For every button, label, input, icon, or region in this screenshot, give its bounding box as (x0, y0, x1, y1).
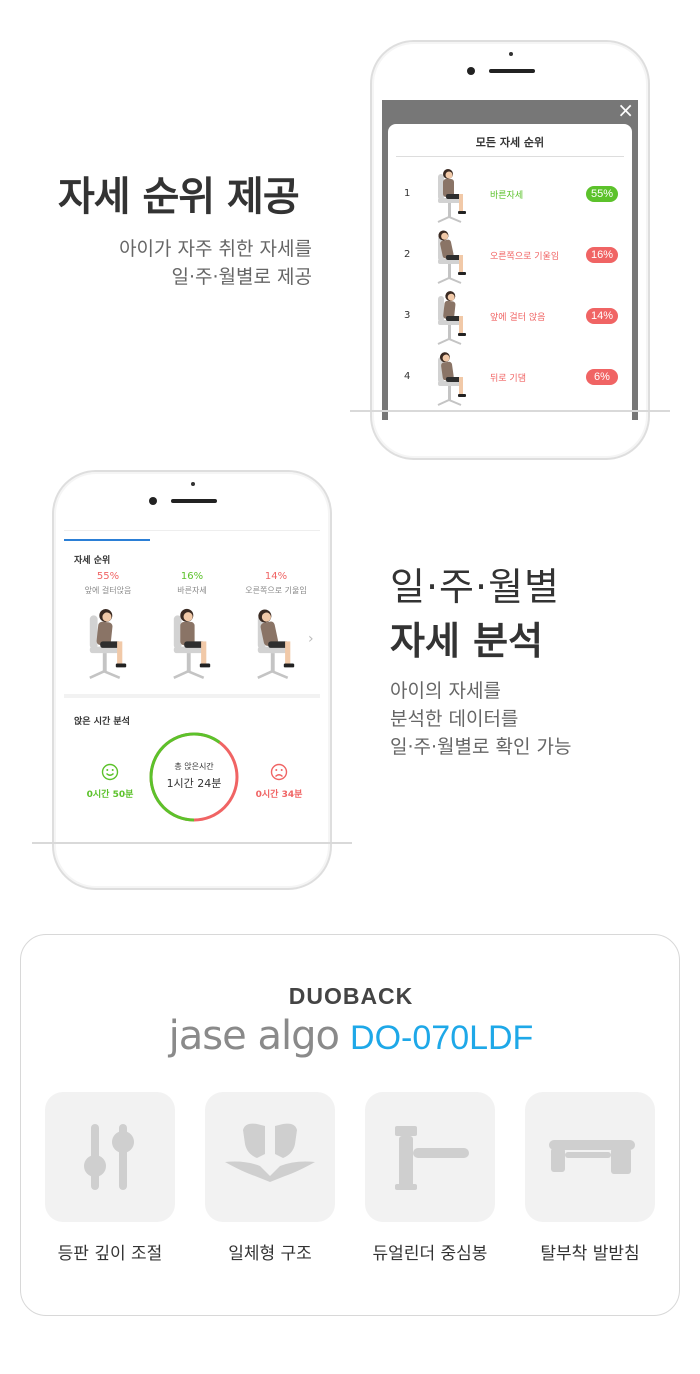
posture-percent: 16% (180, 571, 204, 582)
phone-screen: 자세 순위 55% 앞에 걸터앉음 16% 바른자세 14% 오른쪽으로 기울임 › 앉은… (64, 530, 320, 842)
posture-figure (166, 605, 218, 688)
rank-number: 2 (404, 249, 411, 260)
posture-label: 바른자세 (177, 586, 207, 595)
section2-desc-line2: 분석한 데이터를 (390, 708, 519, 730)
rank-row[interactable]: 2 오른쪽으로 기울임 16% (388, 229, 632, 287)
posture-figure (82, 605, 134, 688)
phone-camera (149, 497, 157, 505)
frown-icon (270, 763, 288, 781)
phone-mockup: × 모든 자세 순위 1 바른자세 55% 2 오른쪽으로 기울임 16% 3 앞에 걸터 앉… (370, 40, 650, 460)
rank-percent-badge: 16% (586, 247, 618, 263)
section2-desc-line3: 일·주·월별로 확인 가능 (390, 736, 572, 758)
rank-label: 뒤로 기댐 (490, 374, 526, 384)
ranking-popup: 모든 자세 순위 1 바른자세 55% 2 오른쪽으로 기울임 16% 3 앞에 걸터 앉음 1… (388, 124, 632, 420)
posture-figure (432, 349, 472, 413)
section1-title: 자세 순위 제공 (58, 174, 300, 220)
brand-name: DUOBACK (288, 983, 414, 1009)
slider-adjust-icon (84, 1124, 134, 1190)
sitting-time-heading: 앉은 시간 분석 (74, 717, 130, 727)
rank-row[interactable]: 1 바른자세 55% (388, 168, 632, 226)
rank-label: 바른자세 (490, 191, 524, 201)
rank-label: 오른쪽으로 기울임 (490, 252, 560, 262)
feature-label: 일체형 구조 (228, 1244, 312, 1264)
feature-label: 등판 깊이 조절 (57, 1244, 163, 1264)
model-number: DO-070LDF (350, 1019, 534, 1057)
posture-card[interactable]: 55% 앞에 걸터앉음 (66, 571, 150, 689)
posture-card[interactable]: 14% 오른쪽으로 기울임 (234, 571, 318, 689)
phone-sensor (509, 52, 513, 56)
feature-label: 탈부착 발받침 (540, 1244, 640, 1264)
posture-card[interactable]: 16% 바른자세 (150, 571, 234, 689)
product-card: DUOBACK jase algo DO-070LDF 등판 깊이 조절 일체형… (20, 934, 680, 1316)
footrest-icon (549, 1140, 635, 1174)
active-tab-indicator (64, 539, 150, 541)
posture-rank-heading: 자세 순위 (74, 556, 111, 566)
rank-percent-badge: 55% (586, 186, 618, 202)
posture-figure (432, 166, 472, 230)
close-icon[interactable]: × (617, 100, 634, 123)
rank-row[interactable]: 3 앞에 걸터 앉음 14% (388, 290, 632, 348)
popup-title: 모든 자세 순위 (475, 136, 545, 149)
good-posture-time: 0시간 50분 (86, 790, 134, 800)
section-divider (64, 694, 320, 698)
phone-camera (467, 67, 475, 75)
section1-desc-line2: 일·주·월별로 제공 (171, 266, 312, 288)
posture-label: 오른쪽으로 기울임 (245, 586, 307, 595)
floor-line (350, 410, 670, 412)
posture-figure (432, 227, 472, 291)
section2-title-line2: 자세 분석 (390, 619, 544, 663)
product-logo: jase algo DO-070LDF (21, 1013, 681, 1059)
feature-label: 듀얼린더 중심봉 (372, 1244, 488, 1264)
feature-icon-box (365, 1092, 495, 1222)
backrest-icon (225, 1123, 315, 1182)
sitting-time-donut: 총 앉은시간 1시간 24분 (146, 729, 242, 825)
posture-figure (432, 288, 472, 352)
popup-divider (396, 156, 624, 157)
logo-text: jase algo (168, 1013, 340, 1059)
feature-icon-box (45, 1092, 175, 1222)
section2-desc-line1: 아이의 자세를 (390, 680, 501, 702)
rank-number: 3 (404, 310, 411, 321)
rank-percent-badge: 6% (586, 369, 618, 385)
posture-percent: 14% (264, 571, 288, 582)
rank-row[interactable]: 4 뒤로 기댐 6% (388, 351, 632, 409)
phone-sensor (191, 482, 195, 486)
rank-number: 1 (404, 188, 411, 199)
bad-posture-time: 0시간 34분 (255, 790, 303, 800)
rank-number: 4 (404, 371, 411, 382)
chevron-right-icon[interactable]: › (308, 631, 314, 647)
feature-icon-box (205, 1092, 335, 1222)
rank-percent-badge: 14% (586, 308, 618, 324)
phone-speaker (171, 499, 217, 503)
cylinder-icon (395, 1126, 469, 1190)
phone-speaker (489, 69, 535, 73)
smile-icon (101, 763, 119, 781)
total-time-label: 총 앉은시간 (174, 762, 214, 771)
section2-title-line1: 일·주·월별 (390, 565, 560, 609)
feature-icon-box (525, 1092, 655, 1222)
total-time-value: 1시간 24분 (166, 777, 222, 790)
rank-label: 앞에 걸터 앉음 (490, 313, 546, 323)
floor-line (32, 842, 352, 844)
section1-desc-line1: 아이가 자주 취한 자세를 (119, 238, 312, 260)
phone-screen: × 모든 자세 순위 1 바른자세 55% 2 오른쪽으로 기울임 16% 3 앞에 걸터 앉… (382, 100, 638, 420)
posture-figure (250, 605, 302, 688)
posture-label: 앞에 걸터앉음 (84, 586, 132, 595)
phone-mockup-2: 자세 순위 55% 앞에 걸터앉음 16% 바른자세 14% 오른쪽으로 기울임 › 앉은… (52, 470, 332, 890)
posture-percent: 55% (96, 571, 120, 582)
